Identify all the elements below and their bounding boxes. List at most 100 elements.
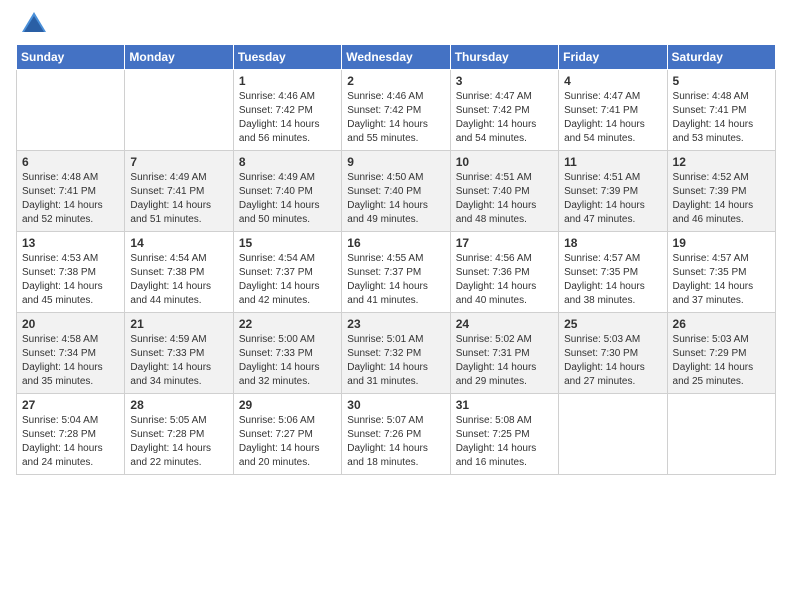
- calendar-week-row: 20Sunrise: 4:58 AM Sunset: 7:34 PM Dayli…: [17, 313, 776, 394]
- day-info: Sunrise: 5:06 AM Sunset: 7:27 PM Dayligh…: [239, 414, 336, 470]
- day-info: Sunrise: 4:48 AM Sunset: 7:41 PM Dayligh…: [673, 90, 770, 146]
- day-number: 23: [347, 317, 444, 331]
- table-row: 13 Sunrise: 4:53 AM Sunset: 7:38 PM Dayli…: [17, 232, 125, 313]
- day-number: 20: [22, 317, 119, 331]
- day-info: Sunrise: 5:05 AM Sunset: 7:28 PM Dayligh…: [130, 414, 227, 470]
- header-sunday: Sunday: [17, 45, 125, 70]
- table-row: 29 Sunrise: 5:06 AM Sunset: 7:27 PM Dayli…: [233, 394, 341, 475]
- table-row: 24Sunrise: 5:02 AM Sunset: 7:31 PM Dayli…: [450, 313, 558, 394]
- day-info: Sunrise: 4:57 AM Sunset: 7:35 PM Dayligh…: [564, 252, 661, 308]
- table-row: 31Sunrise: 5:08 AM Sunset: 7:25 PM Dayli…: [450, 394, 558, 475]
- header-wednesday: Wednesday: [342, 45, 450, 70]
- day-number: 4: [564, 74, 661, 88]
- day-number: 15: [239, 236, 336, 250]
- day-number: 16: [347, 236, 444, 250]
- table-row: 18 Sunrise: 4:57 AM Sunset: 7:35 PM Dayli…: [559, 232, 667, 313]
- table-row: 16 Sunrise: 4:55 AM Sunset: 7:37 PM Dayli…: [342, 232, 450, 313]
- day-info: Sunrise: 4:46 AM Sunset: 7:42 PM Dayligh…: [239, 90, 336, 146]
- table-row: [125, 70, 233, 151]
- table-row: 14 Sunrise: 4:54 AM Sunset: 7:38 PM Dayli…: [125, 232, 233, 313]
- table-row: 11 Sunrise: 4:51 AM Sunset: 7:39 PM Dayli…: [559, 151, 667, 232]
- day-info: Sunrise: 4:55 AM Sunset: 7:37 PM Dayligh…: [347, 252, 444, 308]
- day-info: Sunrise: 4:51 AM Sunset: 7:40 PM Dayligh…: [456, 171, 553, 227]
- day-number: 6: [22, 155, 119, 169]
- day-info: Sunrise: 4:57 AM Sunset: 7:35 PM Dayligh…: [673, 252, 770, 308]
- calendar-week-row: 1 Sunrise: 4:46 AM Sunset: 7:42 PM Daylig…: [17, 70, 776, 151]
- day-info: Sunrise: 5:08 AM Sunset: 7:25 PM Dayligh…: [456, 414, 553, 470]
- day-number: 17: [456, 236, 553, 250]
- table-row: 25Sunrise: 5:03 AM Sunset: 7:30 PM Dayli…: [559, 313, 667, 394]
- day-info: Sunrise: 4:53 AM Sunset: 7:38 PM Dayligh…: [22, 252, 119, 308]
- day-number: 10: [456, 155, 553, 169]
- day-info: Sunrise: 4:54 AM Sunset: 7:38 PM Dayligh…: [130, 252, 227, 308]
- table-row: 21Sunrise: 4:59 AM Sunset: 7:33 PM Dayli…: [125, 313, 233, 394]
- header-thursday: Thursday: [450, 45, 558, 70]
- day-number: 14: [130, 236, 227, 250]
- day-number: 26: [673, 317, 770, 331]
- day-info: Sunrise: 4:49 AM Sunset: 7:40 PM Dayligh…: [239, 171, 336, 227]
- table-row: 8 Sunrise: 4:49 AM Sunset: 7:40 PM Daylig…: [233, 151, 341, 232]
- day-number: 13: [22, 236, 119, 250]
- day-info: Sunrise: 4:47 AM Sunset: 7:42 PM Dayligh…: [456, 90, 553, 146]
- day-info: Sunrise: 4:48 AM Sunset: 7:41 PM Dayligh…: [22, 171, 119, 227]
- day-info: Sunrise: 4:56 AM Sunset: 7:36 PM Dayligh…: [456, 252, 553, 308]
- header: [16, 10, 776, 38]
- table-row: [17, 70, 125, 151]
- day-number: 18: [564, 236, 661, 250]
- day-info: Sunrise: 5:07 AM Sunset: 7:26 PM Dayligh…: [347, 414, 444, 470]
- day-info: Sunrise: 4:47 AM Sunset: 7:41 PM Dayligh…: [564, 90, 661, 146]
- header-friday: Friday: [559, 45, 667, 70]
- day-number: 9: [347, 155, 444, 169]
- table-row: 20Sunrise: 4:58 AM Sunset: 7:34 PM Dayli…: [17, 313, 125, 394]
- table-row: 23 Sunrise: 5:01 AM Sunset: 7:32 PM Dayli…: [342, 313, 450, 394]
- table-row: 12 Sunrise: 4:52 AM Sunset: 7:39 PM Dayli…: [667, 151, 775, 232]
- header-saturday: Saturday: [667, 45, 775, 70]
- table-row: 27Sunrise: 5:04 AM Sunset: 7:28 PM Dayli…: [17, 394, 125, 475]
- day-number: 2: [347, 74, 444, 88]
- table-row: 9 Sunrise: 4:50 AM Sunset: 7:40 PM Daylig…: [342, 151, 450, 232]
- day-number: 25: [564, 317, 661, 331]
- day-info: Sunrise: 4:54 AM Sunset: 7:37 PM Dayligh…: [239, 252, 336, 308]
- day-number: 19: [673, 236, 770, 250]
- day-number: 12: [673, 155, 770, 169]
- table-row: 2 Sunrise: 4:46 AM Sunset: 7:42 PM Daylig…: [342, 70, 450, 151]
- day-number: 3: [456, 74, 553, 88]
- day-number: 1: [239, 74, 336, 88]
- header-tuesday: Tuesday: [233, 45, 341, 70]
- table-row: 28 Sunrise: 5:05 AM Sunset: 7:28 PM Dayli…: [125, 394, 233, 475]
- day-number: 22: [239, 317, 336, 331]
- day-info: Sunrise: 4:49 AM Sunset: 7:41 PM Dayligh…: [130, 171, 227, 227]
- table-row: 26 Sunrise: 5:03 AM Sunset: 7:29 PM Dayli…: [667, 313, 775, 394]
- day-info: Sunrise: 4:52 AM Sunset: 7:39 PM Dayligh…: [673, 171, 770, 227]
- table-row: 4 Sunrise: 4:47 AM Sunset: 7:41 PM Daylig…: [559, 70, 667, 151]
- day-number: 28: [130, 398, 227, 412]
- day-info: Sunrise: 5:01 AM Sunset: 7:32 PM Dayligh…: [347, 333, 444, 389]
- table-row: [667, 394, 775, 475]
- day-info: Sunrise: 4:51 AM Sunset: 7:39 PM Dayligh…: [564, 171, 661, 227]
- calendar-page: Sunday Monday Tuesday Wednesday Thursday…: [0, 0, 792, 612]
- day-number: 8: [239, 155, 336, 169]
- table-row: 10 Sunrise: 4:51 AM Sunset: 7:40 PM Dayli…: [450, 151, 558, 232]
- table-row: 30 Sunrise: 5:07 AM Sunset: 7:26 PM Dayli…: [342, 394, 450, 475]
- table-row: 3 Sunrise: 4:47 AM Sunset: 7:42 PM Daylig…: [450, 70, 558, 151]
- table-row: 5Sunrise: 4:48 AM Sunset: 7:41 PM Daylig…: [667, 70, 775, 151]
- day-info: Sunrise: 4:50 AM Sunset: 7:40 PM Dayligh…: [347, 171, 444, 227]
- day-number: 11: [564, 155, 661, 169]
- day-number: 27: [22, 398, 119, 412]
- header-monday: Monday: [125, 45, 233, 70]
- table-row: 22Sunrise: 5:00 AM Sunset: 7:33 PM Dayli…: [233, 313, 341, 394]
- table-row: 1 Sunrise: 4:46 AM Sunset: 7:42 PM Daylig…: [233, 70, 341, 151]
- table-row: [559, 394, 667, 475]
- calendar-week-row: 6 Sunrise: 4:48 AM Sunset: 7:41 PM Daylig…: [17, 151, 776, 232]
- day-info: Sunrise: 4:46 AM Sunset: 7:42 PM Dayligh…: [347, 90, 444, 146]
- table-row: 7 Sunrise: 4:49 AM Sunset: 7:41 PM Daylig…: [125, 151, 233, 232]
- calendar-week-row: 13 Sunrise: 4:53 AM Sunset: 7:38 PM Dayli…: [17, 232, 776, 313]
- day-info: Sunrise: 5:03 AM Sunset: 7:29 PM Dayligh…: [673, 333, 770, 389]
- table-row: 15 Sunrise: 4:54 AM Sunset: 7:37 PM Dayli…: [233, 232, 341, 313]
- table-row: 17 Sunrise: 4:56 AM Sunset: 7:36 PM Dayli…: [450, 232, 558, 313]
- weekday-header-row: Sunday Monday Tuesday Wednesday Thursday…: [17, 45, 776, 70]
- day-number: 7: [130, 155, 227, 169]
- day-number: 29: [239, 398, 336, 412]
- table-row: 6 Sunrise: 4:48 AM Sunset: 7:41 PM Daylig…: [17, 151, 125, 232]
- day-number: 30: [347, 398, 444, 412]
